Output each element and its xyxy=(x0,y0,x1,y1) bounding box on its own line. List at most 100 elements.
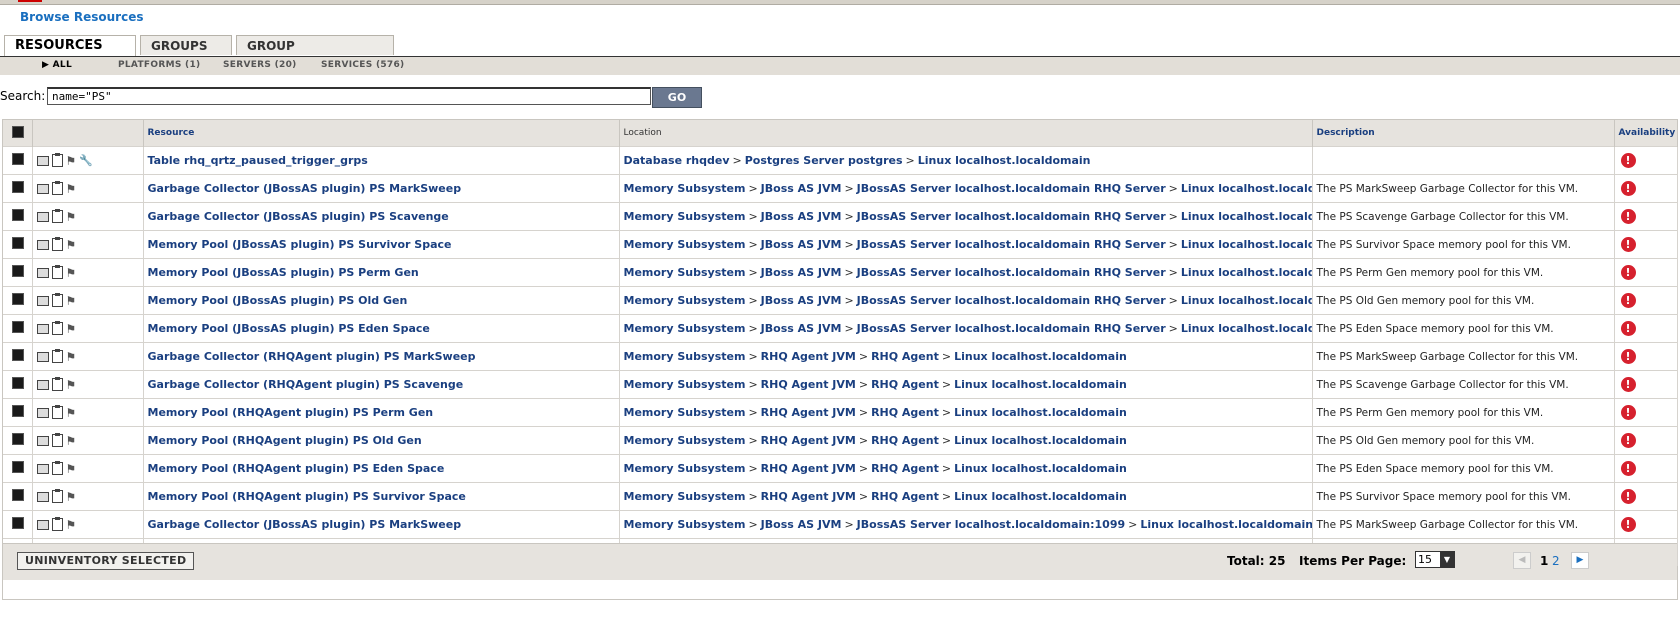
monitor-icon[interactable] xyxy=(36,295,49,306)
resource-link[interactable]: Memory Pool (JBossAS plugin) PS Old Gen xyxy=(148,294,408,307)
items-per-page-select[interactable]: 15 ▼ xyxy=(1415,551,1455,568)
location-link[interactable]: Linux localhost.localdomain xyxy=(954,490,1127,503)
location-link[interactable]: JBoss AS JVM xyxy=(761,266,842,279)
monitor-icon[interactable] xyxy=(36,211,49,222)
location-link[interactable]: Linux localhost.localdomain xyxy=(1181,294,1311,307)
inventory-clipboard-icon[interactable] xyxy=(51,461,63,475)
location-link[interactable]: Memory Subsystem xyxy=(624,266,746,279)
inventory-clipboard-icon[interactable] xyxy=(51,153,63,167)
location-link[interactable]: Memory Subsystem xyxy=(624,182,746,195)
inventory-clipboard-icon[interactable] xyxy=(51,293,63,307)
location-link[interactable]: Linux localhost.localdomain xyxy=(954,350,1127,363)
location-link[interactable]: JBoss AS JVM xyxy=(761,322,842,335)
subtab-services[interactable]: SERVICES (576) xyxy=(321,60,404,70)
resource-link[interactable]: Garbage Collector (RHQAgent plugin) PS M… xyxy=(148,350,476,363)
tab-resources[interactable]: RESOURCES (597) xyxy=(4,35,136,73)
location-link[interactable]: Linux localhost.localdomain xyxy=(954,378,1127,391)
monitor-icon[interactable] xyxy=(36,323,49,334)
inventory-clipboard-icon[interactable] xyxy=(51,321,63,335)
inventory-clipboard-icon[interactable] xyxy=(51,349,63,363)
tab-group-definitions[interactable]: GROUP DEFINITIONS (0) xyxy=(236,35,394,73)
location-link[interactable]: Memory Subsystem xyxy=(624,350,746,363)
location-link[interactable]: Linux localhost.localdomain xyxy=(954,462,1127,475)
location-link[interactable]: JBossAS Server localhost.localdomain RHQ… xyxy=(857,294,1166,307)
location-link[interactable]: Linux localhost.localdomain xyxy=(1181,238,1311,251)
next-page-icon[interactable]: ▶ xyxy=(1571,552,1589,569)
monitor-icon[interactable] xyxy=(36,435,49,446)
row-checkbox[interactable] xyxy=(12,153,24,165)
location-link[interactable]: Memory Subsystem xyxy=(624,210,746,223)
monitor-icon[interactable] xyxy=(36,155,49,166)
location-link[interactable]: JBoss AS JVM xyxy=(761,294,842,307)
configure-wrench-icon[interactable]: 🔧 xyxy=(79,154,93,167)
alert-flag-icon[interactable]: ⚑ xyxy=(66,322,77,336)
inventory-clipboard-icon[interactable] xyxy=(51,405,63,419)
alert-flag-icon[interactable]: ⚑ xyxy=(66,210,77,224)
row-checkbox[interactable] xyxy=(12,489,24,501)
location-link[interactable]: RHQ Agent JVM xyxy=(761,434,856,447)
row-checkbox[interactable] xyxy=(12,405,24,417)
row-checkbox[interactable] xyxy=(12,461,24,473)
location-link[interactable]: RHQ Agent JVM xyxy=(761,462,856,475)
alert-flag-icon[interactable]: ⚑ xyxy=(66,462,77,476)
alert-flag-icon[interactable]: ⚑ xyxy=(66,294,77,308)
resource-link[interactable]: Table rhq_qrtz_paused_trigger_grps xyxy=(148,154,368,167)
monitor-icon[interactable] xyxy=(36,351,49,362)
alert-flag-icon[interactable]: ⚑ xyxy=(66,266,77,280)
location-link[interactable]: JBossAS Server localhost.localdomain RHQ… xyxy=(857,238,1166,251)
location-link[interactable]: Postgres Server postgres xyxy=(745,154,903,167)
inventory-clipboard-icon[interactable] xyxy=(51,237,63,251)
monitor-icon[interactable] xyxy=(36,519,49,530)
uninventory-selected-button[interactable]: UNINVENTORY SELECTED xyxy=(17,552,195,570)
monitor-icon[interactable] xyxy=(36,491,49,502)
location-link[interactable]: Memory Subsystem xyxy=(624,322,746,335)
inventory-clipboard-icon[interactable] xyxy=(51,433,63,447)
go-button[interactable]: GO xyxy=(652,87,702,108)
description-column-header[interactable]: Description xyxy=(1312,120,1615,147)
location-link[interactable]: Linux localhost.localdomain xyxy=(954,406,1127,419)
monitor-icon[interactable] xyxy=(36,239,49,250)
monitor-icon[interactable] xyxy=(36,267,49,278)
row-checkbox[interactable] xyxy=(12,209,24,221)
inventory-clipboard-icon[interactable] xyxy=(51,209,63,223)
location-link[interactable]: RHQ Agent xyxy=(871,350,939,363)
resource-link[interactable]: Memory Pool (JBossAS plugin) PS Eden Spa… xyxy=(148,322,430,335)
alert-flag-icon[interactable]: ⚑ xyxy=(66,378,77,392)
availability-column-header[interactable]: Availability xyxy=(1614,120,1678,147)
alert-flag-icon[interactable]: ⚑ xyxy=(66,350,77,364)
location-link[interactable]: Linux localhost.localdomain xyxy=(1140,518,1311,531)
row-checkbox[interactable] xyxy=(12,377,24,389)
row-checkbox[interactable] xyxy=(12,321,24,333)
location-link[interactable]: RHQ Agent xyxy=(871,462,939,475)
search-input[interactable] xyxy=(47,87,651,105)
location-link[interactable]: RHQ Agent JVM xyxy=(761,378,856,391)
alert-flag-icon[interactable]: ⚑ xyxy=(66,154,77,168)
page-2-link[interactable]: 2 xyxy=(1552,554,1560,568)
row-checkbox[interactable] xyxy=(12,293,24,305)
resource-link[interactable]: Memory Pool (JBossAS plugin) PS Survivor… xyxy=(148,238,452,251)
location-link[interactable]: RHQ Agent xyxy=(871,490,939,503)
location-link[interactable]: Memory Subsystem xyxy=(624,518,746,531)
subtab-all[interactable]: ▶ ALL xyxy=(42,60,72,70)
monitor-icon[interactable] xyxy=(36,407,49,418)
location-link[interactable]: Database rhqdev xyxy=(624,154,730,167)
row-checkbox[interactable] xyxy=(12,265,24,277)
location-link[interactable]: JBossAS Server localhost.localdomain RHQ… xyxy=(857,182,1166,195)
location-link[interactable]: JBossAS Server localhost.localdomain RHQ… xyxy=(857,210,1166,223)
inventory-clipboard-icon[interactable] xyxy=(51,517,63,531)
resource-link[interactable]: Memory Pool (JBossAS plugin) PS Perm Gen xyxy=(148,266,419,279)
location-link[interactable]: JBossAS Server localhost.localdomain:109… xyxy=(857,518,1125,531)
location-link[interactable]: JBoss AS JVM xyxy=(761,238,842,251)
inventory-clipboard-icon[interactable] xyxy=(51,265,63,279)
location-link[interactable]: JBossAS Server localhost.localdomain RHQ… xyxy=(857,266,1166,279)
location-link[interactable]: RHQ Agent JVM xyxy=(761,490,856,503)
location-link[interactable]: RHQ Agent JVM xyxy=(761,406,856,419)
row-checkbox[interactable] xyxy=(12,433,24,445)
row-checkbox[interactable] xyxy=(12,517,24,529)
monitor-icon[interactable] xyxy=(36,183,49,194)
resource-link[interactable]: Memory Pool (RHQAgent plugin) PS Perm Ge… xyxy=(148,406,434,419)
location-link[interactable]: RHQ Agent xyxy=(871,378,939,391)
location-link[interactable]: RHQ Agent JVM xyxy=(761,350,856,363)
alert-flag-icon[interactable]: ⚑ xyxy=(66,518,77,532)
subtab-platforms[interactable]: PLATFORMS (1) xyxy=(118,60,200,70)
